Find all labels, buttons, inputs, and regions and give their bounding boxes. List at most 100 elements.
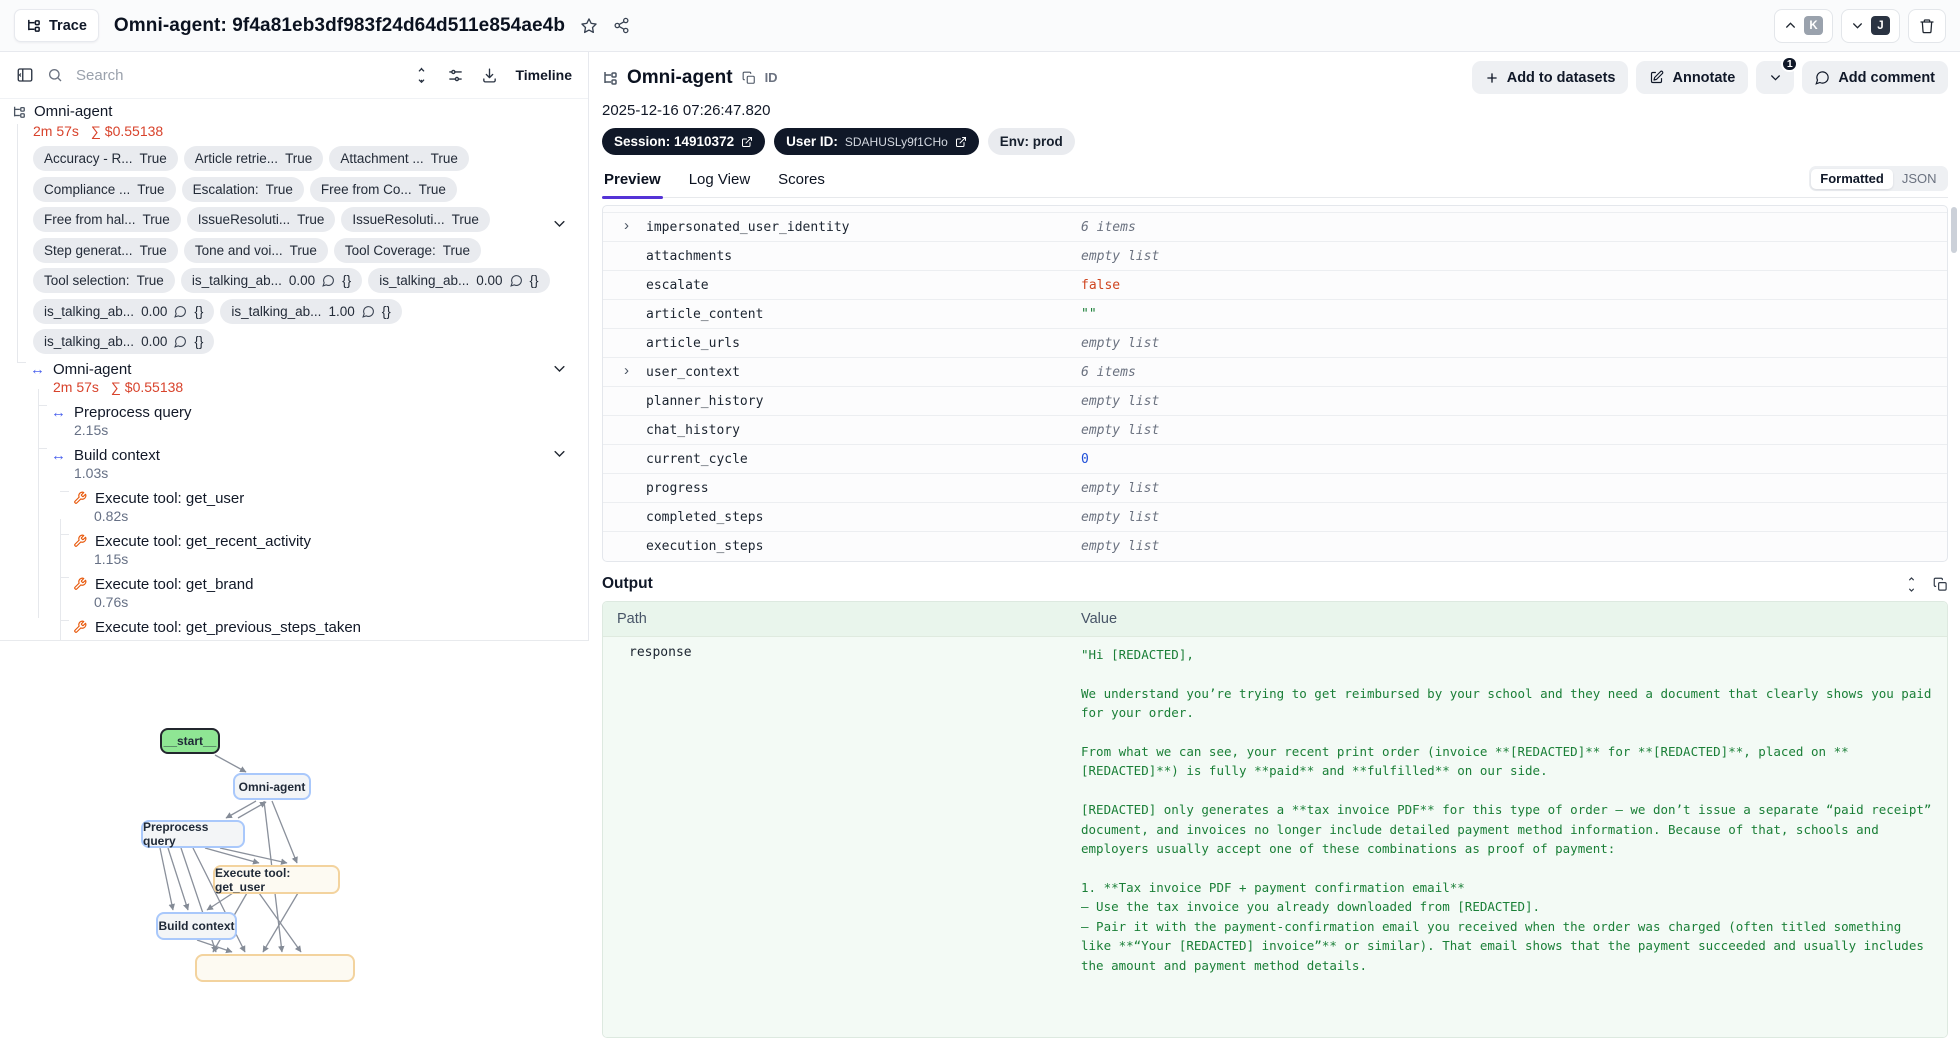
settings-sliders-icon[interactable] <box>447 67 464 84</box>
score-badge[interactable]: is_talking_ab...0.00{} <box>33 299 214 324</box>
external-link-icon <box>955 136 967 148</box>
shortcut-key-j: J <box>1871 16 1890 35</box>
prev-trace-button[interactable]: K <box>1774 9 1833 43</box>
timeline-toggle[interactable]: Timeline <box>515 67 572 83</box>
copy-icon[interactable] <box>1933 577 1948 592</box>
score-badge[interactable]: Tone and voi...True <box>184 238 328 263</box>
score-badge[interactable]: Free from hal...True <box>33 207 181 232</box>
tree-root-omni-agent[interactable]: Omni-agent <box>0 102 589 121</box>
score-badge[interactable]: Tool Coverage:True <box>334 238 481 263</box>
score-badge[interactable]: Compliance ...True <box>33 177 176 202</box>
score-badge[interactable]: Tool selection:True <box>33 268 175 293</box>
graph-node[interactable] <box>195 954 355 982</box>
preview-row: › impersonated_user_identity 6 items <box>603 213 1947 242</box>
output-value: "Hi [REDACTED], We understand you’re try… <box>1081 645 1937 1037</box>
chevron-down-icon <box>1769 71 1782 84</box>
graph-node[interactable]: __start__ <box>160 728 220 754</box>
unfold-vertical-icon[interactable] <box>1904 577 1919 592</box>
cost: ∑ $0.55138 <box>91 123 163 139</box>
annotation-count-badge: 1 <box>1781 56 1798 72</box>
score-badge[interactable]: Escalation:True <box>182 177 304 202</box>
score-badge[interactable]: IssueResoluti...True <box>341 207 490 232</box>
chevron-down-icon[interactable] <box>552 446 567 461</box>
scrollbar-thumb[interactable] <box>1951 207 1957 253</box>
comment-icon <box>174 335 187 348</box>
format-option-json[interactable]: JSON <box>1893 169 1946 189</box>
score-badge[interactable]: Article retrie...True <box>184 146 324 171</box>
row-value: empty list <box>1081 249 1159 264</box>
tree-item[interactable]: ↔ Preprocess query 2.15s <box>0 403 589 440</box>
unfold-vertical-icon[interactable] <box>413 67 430 84</box>
graph-node[interactable]: Build context <box>156 912 237 940</box>
format-option-formatted[interactable]: Formatted <box>1811 169 1893 189</box>
score-badge[interactable]: is_talking_ab...0.00{} <box>33 329 214 354</box>
tree-item[interactable]: ↔ Execute tool: get_user 0.82s <box>0 489 589 526</box>
row-key: article_content <box>603 307 1081 322</box>
chevron-down-icon[interactable] <box>552 361 567 376</box>
user-id-badge[interactable]: User ID: SDAHUSLy9f1CHo <box>774 128 979 155</box>
star-icon[interactable] <box>580 17 598 35</box>
tree-item[interactable]: ↔ Execute tool: get_recent_activity 1.15… <box>0 532 589 569</box>
score-badge[interactable]: IssueResoluti...True <box>187 207 336 232</box>
tree-item-duration: 2.15s <box>74 422 108 438</box>
row-key: user_context <box>603 365 1081 380</box>
preview-row: › user_context 6 items <box>603 358 1947 387</box>
tab[interactable]: Log View <box>687 171 752 197</box>
span-arrows-icon: ↔ <box>51 448 66 463</box>
preview-table: › impersonated_user_identity 6 items › a… <box>602 205 1948 562</box>
score-badge[interactable]: Free from Co...True <box>310 177 457 202</box>
timestamp: 2025-12-16 07:26:47.820 <box>602 102 1948 119</box>
graph-node[interactable]: Preprocess query <box>141 820 245 848</box>
graph-node[interactable]: Omni-agent <box>233 773 311 800</box>
output-heading: Output <box>602 575 653 593</box>
id-label[interactable]: ID <box>765 70 778 85</box>
score-badge[interactable]: Step generat...True <box>33 238 178 263</box>
search-input[interactable] <box>76 67 400 84</box>
tree-item[interactable]: ↔ Execute tool: get_brand 0.76s <box>0 575 589 612</box>
chevron-right-icon[interactable]: › <box>624 362 629 379</box>
add-to-datasets-button[interactable]: Add to datasets <box>1472 61 1629 94</box>
row-value: 0 <box>1081 452 1089 467</box>
wrench-icon <box>73 491 87 505</box>
tree-item-label: Execute tool: get_user <box>95 490 244 507</box>
graph-node[interactable]: Execute tool: get_user <box>213 865 340 894</box>
tab[interactable]: Scores <box>776 171 827 197</box>
annotate-button[interactable]: Annotate <box>1636 61 1748 94</box>
column-path: Path <box>603 611 1081 627</box>
tree-item-label: Build context <box>74 447 160 464</box>
plus-icon <box>1485 71 1499 85</box>
share-icon[interactable] <box>613 17 630 34</box>
copy-id-icon[interactable] <box>742 71 756 85</box>
annotate-dropdown-button[interactable]: 1 <box>1756 61 1794 94</box>
score-badge[interactable]: is_talking_ab...0.00{} <box>368 268 549 293</box>
session-badge[interactable]: Session: 14910372 <box>602 128 765 155</box>
download-icon[interactable] <box>481 67 498 84</box>
column-value: Value <box>1081 611 1117 627</box>
score-badge[interactable]: is_talking_ab...0.00{} <box>181 268 362 293</box>
row-value: empty list <box>1081 423 1159 438</box>
score-badge[interactable]: is_talking_ab...1.00{} <box>220 299 401 324</box>
tree-item[interactable]: ↔ Execute tool: get_previous_steps_taken… <box>0 618 589 641</box>
chevron-right-icon[interactable]: › <box>624 217 629 234</box>
observation-title: Omni-agent <box>627 67 733 89</box>
next-trace-button[interactable]: J <box>1841 9 1900 43</box>
panel-collapse-icon[interactable] <box>16 66 34 84</box>
chevron-down-icon[interactable] <box>552 216 567 231</box>
tab[interactable]: Preview <box>602 171 663 197</box>
tree-item-duration: 2m 57s <box>53 379 99 397</box>
graph-edges <box>0 641 589 960</box>
tree-item[interactable]: ↔ Build context 1.03s <box>0 446 589 483</box>
trace-badge[interactable]: Trace <box>14 9 99 42</box>
delete-trace-button[interactable] <box>1908 9 1946 43</box>
row-value: empty list <box>1081 539 1159 554</box>
tree-items: ↔ Omni-agent 2m 57s ∑ $0.55138 ↔ Preproc… <box>0 360 589 641</box>
score-badges: Accuracy - R...TrueArticle retrie...True… <box>33 146 578 360</box>
score-badge[interactable]: Attachment ...True <box>329 146 469 171</box>
format-toggle[interactable]: Formatted JSON <box>1809 166 1948 191</box>
score-badge[interactable]: Accuracy - R...True <box>33 146 178 171</box>
tree-item[interactable]: ↔ Omni-agent 2m 57s ∑ $0.55138 <box>0 360 589 397</box>
shortcut-key-k: K <box>1804 16 1823 35</box>
add-comment-button[interactable]: Add comment <box>1802 61 1948 94</box>
row-key: escalate <box>603 278 1081 293</box>
row-key: current_cycle <box>603 452 1081 467</box>
